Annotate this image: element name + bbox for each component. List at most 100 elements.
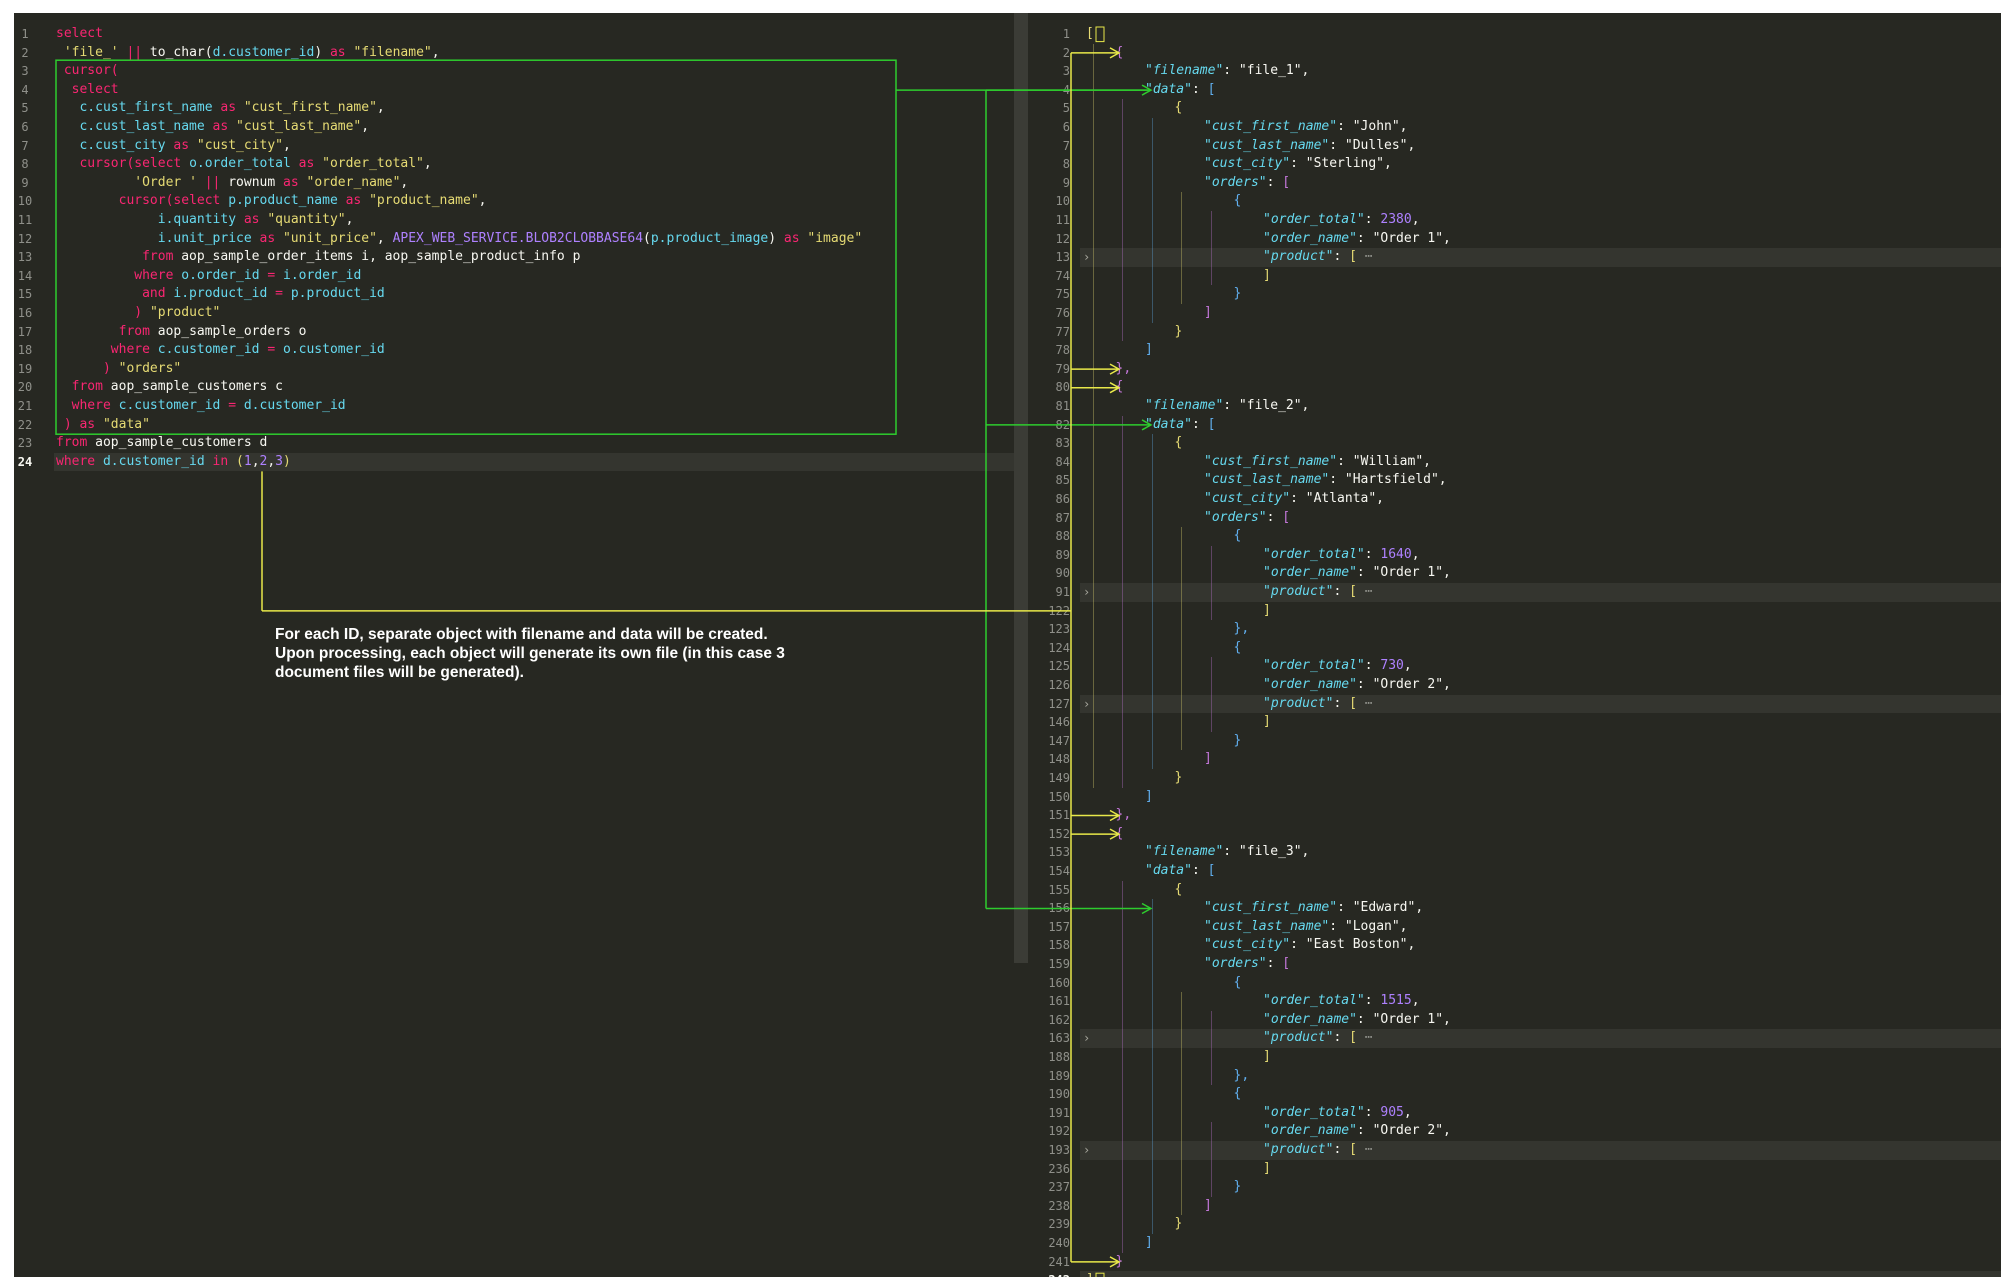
json-code-line[interactable]: ] [1204,1197,1212,1216]
json-code-line[interactable]: "cust_last_name": "Hartsfield", [1204,471,1447,490]
sql-code-line[interactable]: ) "product" [56,304,220,323]
json-code-line[interactable]: ] [1145,788,1153,807]
json-output-pane[interactable]: 1[2{3 "filename": "file_1", 4 "data": [5{6 "… [1028,13,2001,1277]
json-code-line[interactable]: }, [1116,806,1132,825]
json-code-line[interactable]: "data": [ [1145,81,1215,100]
json-code-line[interactable]: { [1116,378,1124,397]
json-code-line[interactable]: "order_name": "Order 2", [1263,1122,1451,1141]
json-code-line[interactable]: "order_name": "Order 2", [1263,676,1451,695]
json-code-line[interactable]: [ [1086,25,1094,44]
json-code-line[interactable]: { [1234,974,1242,993]
json-code-line[interactable]: "orders": [ [1204,955,1290,974]
json-code-line[interactable]: ] [1263,1160,1271,1179]
sql-code-line[interactable]: cursor(select o.order_total as "order_to… [56,155,431,174]
json-code-line[interactable]: "orders": [ [1204,509,1290,528]
json-code-line[interactable]: } [1234,1178,1242,1197]
json-code-line[interactable]: "product": [ ⋯ [1263,583,1373,602]
json-code-line[interactable]: { [1234,527,1242,546]
sql-code-line[interactable]: cursor( [56,62,119,81]
json-code-line[interactable]: { [1116,825,1124,844]
json-code-line[interactable]: ] [1145,341,1153,360]
json-code-line[interactable]: ] [1263,602,1271,621]
sql-code-line[interactable]: from aop_sample_customers c [56,378,283,397]
sql-code-line[interactable]: i.unit_price as "unit_price", APEX_WEB_S… [56,230,862,249]
sql-code-line[interactable]: 'file_' || to_char(d.customer_id) as "fi… [56,44,440,63]
json-code-line[interactable]: "product": [ ⋯ [1263,1029,1373,1048]
sql-code-line[interactable]: cursor(select p.product_name as "product… [56,192,487,211]
fold-chevron-icon[interactable]: › [1083,1029,1090,1048]
json-code-line[interactable]: "filename": "file_3", [1145,843,1309,862]
json-code-line[interactable]: }, [1234,620,1250,639]
json-code-line[interactable]: }, [1234,1067,1250,1086]
sql-code-line[interactable]: where c.customer_id = d.customer_id [56,397,346,416]
json-code-line[interactable]: { [1175,99,1183,118]
json-code-line[interactable]: "order_name": "Order 1", [1263,1011,1451,1030]
sql-code-line[interactable]: where c.customer_id = o.customer_id [56,341,385,360]
json-code-line[interactable]: "cust_city": "Atlanta", [1204,490,1384,509]
sql-code-line[interactable]: i.quantity as "quantity", [56,211,354,230]
json-code-line[interactable]: { [1175,881,1183,900]
fold-chevron-icon[interactable]: › [1083,1141,1090,1160]
json-code-line[interactable]: } [1175,323,1183,342]
fold-chevron-icon[interactable]: › [1083,583,1090,602]
json-code-line[interactable]: "cust_last_name": "Dulles", [1204,137,1415,156]
sql-code-line[interactable]: from aop_sample_order_items i, aop_sampl… [56,248,580,267]
json-code-line[interactable]: } [1175,769,1183,788]
json-code-line[interactable]: ] [1263,267,1271,286]
sql-code-line[interactable]: c.cust_first_name as "cust_first_name", [56,99,384,118]
json-code-line[interactable]: ] [1086,1271,1094,1277]
json-code-line[interactable]: "product": [ ⋯ [1263,248,1373,267]
json-code-line[interactable]: { [1234,1085,1242,1104]
json-code-line[interactable]: "product": [ ⋯ [1263,1141,1373,1160]
sql-code-line[interactable]: select [56,25,103,44]
sql-code-line[interactable]: from aop_sample_orders o [56,323,307,342]
fold-chevron-icon[interactable]: › [1083,248,1090,267]
vertical-scrollbar[interactable] [1014,13,1028,963]
json-code-line[interactable]: "order_total": 2380, [1263,211,1420,230]
json-code-line[interactable]: "cust_first_name": "Edward", [1204,899,1423,918]
json-code-line[interactable]: ] [1263,713,1271,732]
json-code-line[interactable]: ] [1204,304,1212,323]
fold-chevron-icon[interactable]: › [1083,695,1090,714]
json-code-line[interactable]: "order_total": 1640, [1263,546,1420,565]
json-code-line[interactable]: "order_name": "Order 1", [1263,564,1451,583]
sql-code-line[interactable]: 'Order ' || rownum as "order_name", [56,174,408,193]
sql-code-line[interactable]: where d.customer_id in (1,2,3) [56,453,291,472]
json-code-line[interactable]: }, [1116,360,1132,379]
json-code-line[interactable]: "order_total": 1515, [1263,992,1420,1011]
json-code-line[interactable]: } [1116,1253,1124,1272]
json-code-line[interactable]: { [1175,434,1183,453]
json-code-line[interactable]: "cust_first_name": "John", [1204,118,1408,137]
json-code-line[interactable]: { [1234,639,1242,658]
sql-code-line[interactable]: c.cust_last_name as "cust_last_name", [56,118,369,137]
sql-code-line[interactable]: select [56,81,119,100]
code-token: , [1411,546,1420,562]
json-code-line[interactable]: { [1116,44,1124,63]
json-code-line[interactable]: "filename": "file_1", [1145,62,1309,81]
json-code-line[interactable]: ] [1145,1234,1153,1253]
json-code-line[interactable]: "product": [ ⋯ [1263,695,1373,714]
json-code-line[interactable]: "cust_last_name": "Logan", [1204,918,1408,937]
json-code-line[interactable]: } [1175,1215,1183,1234]
sql-code-line[interactable]: and i.product_id = p.product_id [56,285,385,304]
json-code-line[interactable]: "data": [ [1145,862,1215,881]
sql-code-line[interactable]: ) as "data" [56,416,150,435]
json-code-line[interactable]: ] [1204,750,1212,769]
json-code-line[interactable]: } [1234,285,1242,304]
sql-code-line[interactable]: ) "orders" [56,360,181,379]
json-code-line[interactable]: "cust_city": "Sterling", [1204,155,1392,174]
json-code-line[interactable]: } [1234,732,1242,751]
json-code-line[interactable]: "cust_city": "East Boston", [1204,936,1415,955]
json-code-line[interactable]: "order_total": 905, [1263,1104,1412,1123]
json-code-line[interactable]: "data": [ [1145,416,1215,435]
json-code-line[interactable]: "order_total": 730, [1263,657,1412,676]
json-code-line[interactable]: "order_name": "Order 1", [1263,230,1451,249]
sql-code-line[interactable]: from aop_sample_customers d [56,434,267,453]
json-code-line[interactable]: "filename": "file_2", [1145,397,1309,416]
json-code-line[interactable]: ] [1263,1048,1271,1067]
json-code-line[interactable]: "cust_first_name": "William", [1204,453,1431,472]
sql-code-line[interactable]: c.cust_city as "cust_city", [56,137,290,156]
json-code-line[interactable]: { [1234,192,1242,211]
json-code-line[interactable]: "orders": [ [1204,174,1290,193]
sql-code-line[interactable]: where o.order_id = i.order_id [56,267,361,286]
